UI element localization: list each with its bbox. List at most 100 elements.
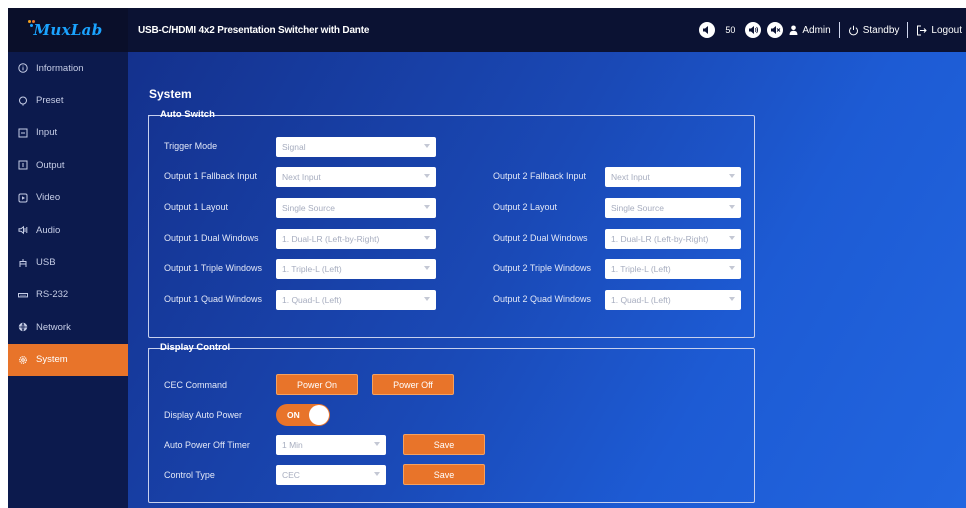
- gear-icon: [18, 355, 28, 365]
- auto-power-off-timer-value: 1 Min: [282, 440, 303, 450]
- volume-down-icon[interactable]: [699, 22, 716, 38]
- sidebar-item-label: Information: [36, 62, 84, 74]
- logo-text: MuxLab: [33, 21, 103, 39]
- display-control-panel: Display Control CEC Command Power On Pow…: [147, 342, 755, 503]
- volume-up-icon[interactable]: [745, 22, 762, 38]
- top-bar: MuxLab USB-C/HDMI 4x2 Presentation Switc…: [8, 8, 966, 52]
- sidebar-item-system[interactable]: System: [8, 343, 128, 376]
- chevron-down-icon: [729, 236, 735, 240]
- output2-quad-select[interactable]: 1. Quad-L (Left): [605, 290, 741, 310]
- input-icon: [18, 128, 28, 138]
- sidebar-item-label: RS-232: [36, 289, 69, 301]
- divider: [907, 22, 909, 38]
- logo-dots: [28, 20, 36, 28]
- display-auto-power-label: Display Auto Power: [164, 410, 243, 420]
- app-window: MuxLab USB-C/HDMI 4x2 Presentation Switc…: [8, 8, 966, 508]
- sidebar-item-usb[interactable]: USB: [8, 246, 128, 278]
- sidebar-item-preset[interactable]: Preset: [8, 84, 128, 116]
- control-type-value: CEC: [282, 470, 300, 480]
- network-icon: [18, 322, 28, 333]
- output1-layout-label: Output 1 Layout: [164, 202, 229, 212]
- logout-button[interactable]: Logout: [916, 25, 962, 36]
- output1-triple-select[interactable]: 1. Triple-L (Left): [276, 259, 436, 279]
- output2-layout-select[interactable]: Single Source: [605, 198, 741, 218]
- output1-fallback-value: Next Input: [282, 172, 321, 182]
- standby-button[interactable]: Standby: [848, 25, 899, 36]
- output1-dual-select[interactable]: 1. Dual-LR (Left-by-Right): [276, 229, 436, 249]
- output2-triple-select[interactable]: 1. Triple-L (Left): [605, 259, 741, 279]
- output2-triple-label: Output 2 Triple Windows: [493, 263, 592, 273]
- power-on-button[interactable]: Power On: [276, 374, 358, 395]
- chevron-down-icon: [729, 174, 735, 178]
- rs232-icon: [18, 290, 28, 300]
- logo: MuxLab: [8, 8, 128, 52]
- output2-dual-select[interactable]: 1. Dual-LR (Left-by-Right): [605, 229, 741, 249]
- trigger-mode-value: Signal: [282, 142, 306, 152]
- output-icon: [18, 160, 28, 170]
- control-type-label: Control Type: [164, 470, 215, 480]
- sidebar-item-label: System: [36, 354, 68, 366]
- sidebar-item-audio[interactable]: Audio: [8, 214, 128, 246]
- top-controls: 50 Admin Standby Logout: [699, 8, 966, 52]
- sidebar-item-input[interactable]: Input: [8, 117, 128, 149]
- power-off-button[interactable]: Power Off: [372, 374, 454, 395]
- output2-dual-value: 1. Dual-LR (Left-by-Right): [611, 234, 709, 244]
- output1-dual-label: Output 1 Dual Windows: [164, 233, 259, 243]
- output1-triple-value: 1. Triple-L (Left): [282, 264, 342, 274]
- sidebar-item-label: Preset: [36, 95, 64, 107]
- chevron-down-icon: [424, 266, 430, 270]
- sidebar-item-label: Output: [36, 159, 65, 171]
- sidebar-item-information[interactable]: Information: [8, 52, 128, 84]
- timer-save-button[interactable]: Save: [403, 434, 485, 455]
- sidebar: Information Preset Input Output Video Au…: [8, 52, 128, 508]
- output1-layout-select[interactable]: Single Source: [276, 198, 436, 218]
- sidebar-item-label: Input: [36, 127, 58, 139]
- sidebar-item-label: USB: [36, 257, 56, 269]
- divider: [838, 22, 840, 38]
- app-title: USB-C/HDMI 4x2 Presentation Switcher wit…: [138, 24, 370, 36]
- output2-quad-label: Output 2 Quad Windows: [493, 294, 592, 304]
- auto-switch-panel: Auto Switch Trigger Mode Signal Output 1…: [148, 109, 755, 338]
- auto-power-off-timer-label: Auto Power Off Timer: [164, 440, 250, 450]
- sidebar-item-label: Video: [36, 192, 61, 204]
- mute-icon[interactable]: [767, 22, 784, 38]
- output1-quad-label: Output 1 Quad Windows: [164, 294, 263, 304]
- chevron-down-icon: [729, 297, 735, 301]
- output2-quad-value: 1. Quad-L (Left): [611, 295, 671, 305]
- output1-quad-value: 1. Quad-L (Left): [282, 295, 342, 305]
- logout-label: Logout: [931, 24, 962, 36]
- auto-switch-legend: Auto Switch: [148, 109, 218, 120]
- output1-fallback-label: Output 1 Fallback Input: [164, 171, 258, 181]
- power-icon: [848, 25, 858, 35]
- sidebar-item-video[interactable]: Video: [8, 182, 128, 214]
- output2-dual-label: Output 2 Dual Windows: [493, 233, 588, 243]
- cec-command-label: CEC Command: [164, 380, 228, 390]
- user-label: Admin: [802, 24, 831, 36]
- user-icon: [789, 25, 798, 35]
- sidebar-item-network[interactable]: Network: [8, 311, 128, 343]
- output1-quad-select[interactable]: 1. Quad-L (Left): [276, 290, 436, 310]
- output2-layout-value: Single Source: [611, 203, 664, 213]
- chevron-down-icon: [374, 442, 380, 446]
- trigger-mode-select[interactable]: Signal: [276, 137, 436, 157]
- chevron-down-icon: [424, 236, 430, 240]
- chevron-down-icon: [374, 472, 380, 476]
- page-title: System: [149, 87, 192, 101]
- auto-power-off-timer-select[interactable]: 1 Min: [276, 435, 386, 455]
- sidebar-item-output[interactable]: Output: [8, 149, 128, 181]
- usb-icon: [18, 258, 28, 268]
- display-auto-power-toggle[interactable]: ON: [276, 404, 330, 426]
- output1-fallback-select[interactable]: Next Input: [276, 167, 436, 187]
- trigger-mode-label: Trigger Mode: [164, 141, 218, 151]
- output2-fallback-select[interactable]: Next Input: [605, 167, 741, 187]
- user-menu[interactable]: Admin: [789, 24, 831, 36]
- control-type-select[interactable]: CEC: [276, 465, 386, 485]
- chevron-down-icon: [424, 144, 430, 148]
- sidebar-item-rs232[interactable]: RS-232: [8, 279, 128, 311]
- toggle-state: ON: [287, 410, 300, 420]
- chevron-down-icon: [729, 266, 735, 270]
- volume-value: 50: [725, 25, 736, 35]
- control-type-save-button[interactable]: Save: [403, 464, 485, 485]
- output1-triple-label: Output 1 Triple Windows: [164, 263, 263, 273]
- preset-icon: [18, 96, 28, 106]
